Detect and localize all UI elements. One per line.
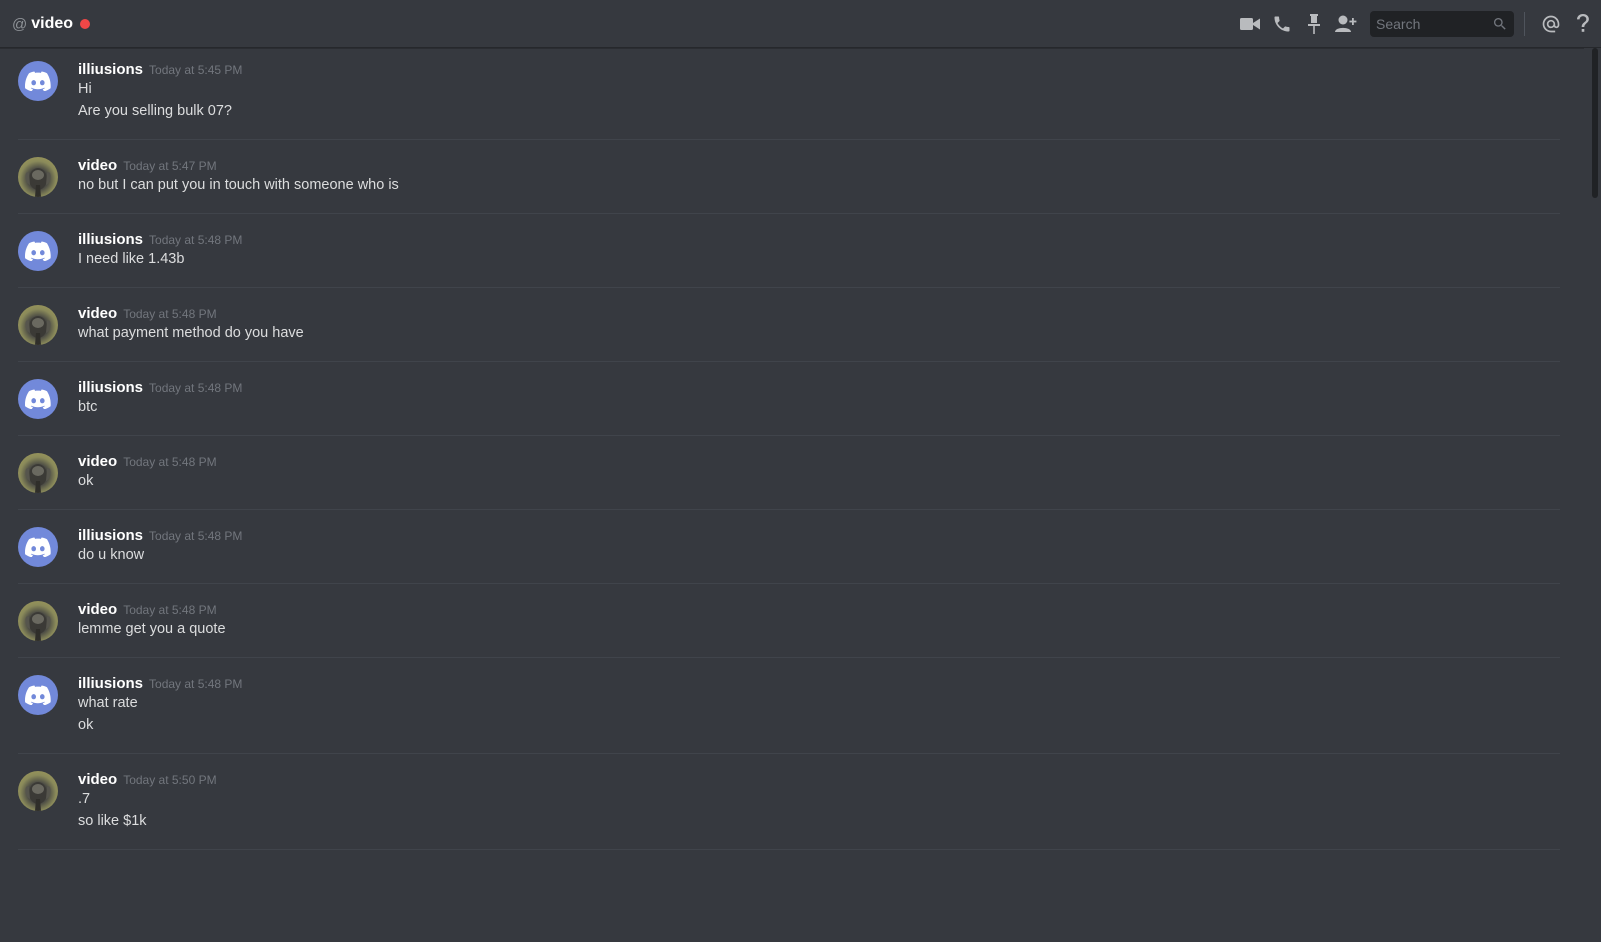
toolbar-divider xyxy=(1524,12,1525,36)
message-timestamp: Today at 5:47 PM xyxy=(123,159,217,173)
author-name[interactable]: video xyxy=(78,601,117,618)
help-icon[interactable] xyxy=(1567,0,1599,48)
message-header: video Today at 5:47 PM xyxy=(78,157,1560,174)
message-header: video Today at 5:48 PM xyxy=(78,453,1560,470)
message-list[interactable]: illiusions Today at 5:45 PM Hi Are you sell… xyxy=(0,48,1584,942)
avatar-discord-icon[interactable] xyxy=(18,527,58,567)
mention-icon[interactable] xyxy=(1535,0,1567,48)
message-text: Hi xyxy=(78,81,92,97)
message-group: video Today at 5:50 PM .7 so like $1k xyxy=(18,754,1560,850)
search-icon xyxy=(1492,16,1508,37)
author-name[interactable]: illiusions xyxy=(78,231,143,248)
channel-header: @ video xyxy=(0,0,1601,48)
message-header: illiusions Today at 5:45 PM xyxy=(78,61,1560,78)
author-name[interactable]: illiusions xyxy=(78,379,143,396)
message-header: video Today at 5:48 PM xyxy=(78,305,1560,322)
avatar[interactable] xyxy=(18,157,58,197)
avatar[interactable] xyxy=(18,771,58,811)
message-timestamp: Today at 5:48 PM xyxy=(123,603,217,617)
message-header: illiusions Today at 5:48 PM xyxy=(78,379,1560,396)
channel-title: video xyxy=(31,14,74,32)
avatar[interactable] xyxy=(18,305,58,345)
message-header: illiusions Today at 5:48 PM xyxy=(78,527,1560,544)
message-timestamp: Today at 5:48 PM xyxy=(149,381,243,395)
header-toolbar xyxy=(1234,0,1601,48)
message-timestamp: Today at 5:50 PM xyxy=(123,773,217,787)
message-group: illiusions Today at 5:45 PM Hi Are you sell… xyxy=(18,48,1560,140)
message-group: illiusions Today at 5:48 PM what rate ok xyxy=(18,658,1560,754)
message-header: video Today at 5:48 PM xyxy=(78,601,1560,618)
author-name[interactable]: video xyxy=(78,157,117,174)
message-text: I need like 1.43b xyxy=(78,251,185,267)
author-name[interactable]: video xyxy=(78,453,117,470)
author-name[interactable]: illiusions xyxy=(78,527,143,544)
author-name[interactable]: illiusions xyxy=(78,675,143,692)
message-timestamp: Today at 5:45 PM xyxy=(149,63,243,77)
message-text: Are you selling bulk 07? xyxy=(78,103,232,119)
message-header: illiusions Today at 5:48 PM xyxy=(78,675,1560,692)
message-timestamp: Today at 5:48 PM xyxy=(123,307,217,321)
status-indicator xyxy=(80,18,91,29)
message-text: ok xyxy=(78,473,94,489)
avatar-discord-icon[interactable] xyxy=(18,61,58,101)
avatar-discord-icon[interactable] xyxy=(18,379,58,419)
message-header: video Today at 5:50 PM xyxy=(78,771,1560,788)
message-group: illiusions Today at 5:48 PM I need like 1.… xyxy=(18,214,1560,288)
avatar[interactable] xyxy=(18,601,58,641)
author-name[interactable]: illiusions xyxy=(78,61,143,78)
message-group: video Today at 5:48 PM lemme get you a quo… xyxy=(18,584,1560,658)
author-name[interactable]: video xyxy=(78,305,117,322)
avatar[interactable] xyxy=(18,453,58,493)
message-timestamp: Today at 5:48 PM xyxy=(149,677,243,691)
message-group: video Today at 5:47 PM no but I can put yo… xyxy=(18,140,1560,214)
message-timestamp: Today at 5:48 PM xyxy=(123,455,217,469)
message-group: illiusions Today at 5:48 PM btc xyxy=(18,362,1560,436)
message-group: video Today at 5:48 PM what payment method… xyxy=(18,288,1560,362)
message-header: illiusions Today at 5:48 PM xyxy=(78,231,1560,248)
author-name[interactable]: video xyxy=(78,771,117,788)
add-friend-icon[interactable] xyxy=(1330,0,1362,48)
avatar-discord-icon[interactable] xyxy=(18,675,58,715)
message-text: lemme get you a quote xyxy=(78,621,226,637)
at-icon: @ xyxy=(12,15,28,33)
phone-icon[interactable] xyxy=(1266,0,1298,48)
message-text: so like $1k xyxy=(78,813,147,829)
search-input[interactable] xyxy=(1376,16,1486,32)
message-text: btc xyxy=(78,399,98,415)
message-text: do u know xyxy=(78,547,145,563)
message-text: what payment method do you have xyxy=(78,325,304,341)
message-text: what rate xyxy=(78,695,138,711)
avatar-discord-icon[interactable] xyxy=(18,231,58,271)
channel-name-area: @ video xyxy=(0,0,91,48)
message-text: no but I can put you in touch with someo… xyxy=(78,177,399,193)
pin-icon[interactable] xyxy=(1298,0,1330,48)
scrollbar-thumb[interactable] xyxy=(1592,48,1598,198)
message-text: .7 xyxy=(78,791,91,807)
message-text: ok xyxy=(78,717,94,733)
message-timestamp: Today at 5:48 PM xyxy=(149,529,243,543)
message-group: video Today at 5:48 PM ok xyxy=(18,436,1560,510)
message-timestamp: Today at 5:48 PM xyxy=(149,233,243,247)
video-call-icon[interactable] xyxy=(1234,0,1266,48)
search-box[interactable] xyxy=(1370,11,1514,37)
message-group: illiusions Today at 5:48 PM do u know xyxy=(18,510,1560,584)
